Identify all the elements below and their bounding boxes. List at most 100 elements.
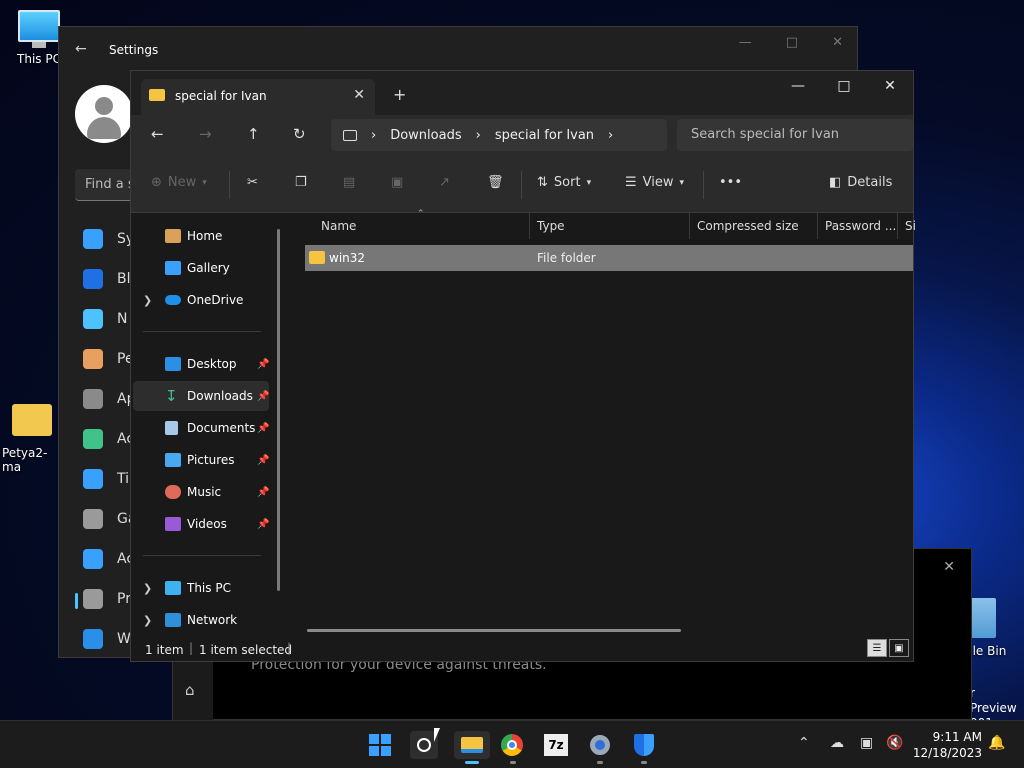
chevron-right-icon[interactable]: ❯ <box>143 582 152 595</box>
details-button[interactable]: ◧ Details <box>829 175 892 190</box>
nav-pane-scrollbar[interactable] <box>277 229 280 591</box>
file-list: ⌃ Name Type Compressed size Password ...… <box>289 209 916 637</box>
desktop-icon-recycle-bin[interactable]: cle Bin <box>966 598 1024 658</box>
nav-item-onedrive[interactable]: ❯ OneDrive <box>133 285 269 315</box>
forward-arrow-icon[interactable]: → <box>199 125 212 143</box>
view-button[interactable]: ☰ View ▾ <box>625 175 684 190</box>
back-arrow-icon[interactable]: ← <box>75 41 87 57</box>
maximize-icon[interactable]: □ <box>786 35 798 50</box>
breadcrumb[interactable]: › Downloads › special for Ivan › <box>331 119 667 151</box>
pin-icon[interactable]: 📌 <box>257 391 269 402</box>
clock[interactable]: 9:11 AM 12/18/2023 <box>913 729 982 761</box>
file-explorer-window[interactable]: special for Ivan ✕ + — □ ✕ ← → ↑ ↻ › Dow… <box>130 70 916 662</box>
chevron-right-icon[interactable]: ❯ <box>143 294 152 307</box>
mouse-cursor <box>434 728 440 742</box>
chrome-icon[interactable] <box>498 731 526 759</box>
settings-nav-item[interactable]: Ga <box>83 507 136 531</box>
home-icon[interactable]: ⌂ <box>185 681 195 699</box>
nav-item-gallery[interactable]: Gallery <box>133 253 269 283</box>
pin-icon[interactable]: 📌 <box>257 487 269 498</box>
new-tab-icon[interactable]: + <box>393 85 406 104</box>
notification-bell-icon[interactable]: 🔔 <box>988 735 1005 751</box>
horizontal-scrollbar[interactable] <box>307 629 681 632</box>
nav-item-network[interactable]: ❯ Network <box>133 605 269 635</box>
column-header-type[interactable]: Type <box>537 219 565 233</box>
nav-item-documents[interactable]: Documents 📌 <box>133 413 269 443</box>
maximize-icon[interactable]: □ <box>821 71 867 101</box>
close-icon[interactable]: ✕ <box>943 559 955 575</box>
close-icon[interactable]: ✕ <box>832 35 843 50</box>
column-header-compressed-size[interactable]: Compressed size <box>697 219 799 233</box>
volume-muted-icon[interactable]: 🔇 <box>886 735 903 751</box>
close-tab-icon[interactable]: ✕ <box>353 87 365 103</box>
nav-item-home[interactable]: Home <box>133 221 269 251</box>
details-view-icon[interactable]: ☰ <box>867 639 887 657</box>
settings-nav-item[interactable]: Ac <box>83 427 134 451</box>
settings-nav-item[interactable]: Pe <box>83 347 134 371</box>
paste-icon[interactable]: ▤ <box>343 175 355 190</box>
settings-nav-item[interactable]: Pr <box>83 587 131 611</box>
gallery-icon <box>165 261 181 275</box>
minimize-icon[interactable]: — <box>775 71 821 101</box>
settings-nav-item[interactable]: Ti <box>83 467 129 491</box>
rename-icon[interactable]: ▣ <box>391 175 403 190</box>
7zip-icon[interactable]: 7z <box>542 731 570 759</box>
chevron-right-icon[interactable]: › <box>608 128 613 143</box>
nav-item-this-pc[interactable]: ❯ This PC <box>133 573 269 603</box>
copy-icon[interactable]: ❐ <box>295 175 307 190</box>
settings-nav-item[interactable]: Bl <box>83 267 131 291</box>
pin-icon[interactable]: 📌 <box>257 359 269 370</box>
settings-nav-item[interactable]: Ap <box>83 387 135 411</box>
back-arrow-icon[interactable]: ← <box>151 125 164 143</box>
settings-nav-item[interactable]: W <box>83 627 131 651</box>
nav-item-music[interactable]: Music 📌 <box>133 477 269 507</box>
network-off-icon[interactable]: ☁ <box>830 735 844 751</box>
breadcrumb-current-folder[interactable]: special for Ivan <box>495 128 594 143</box>
settings-gear-icon[interactable] <box>586 731 614 759</box>
pin-icon[interactable]: 📌 <box>257 519 269 530</box>
new-button[interactable]: ⊕ New ▾ <box>151 175 207 190</box>
desktop-icon-label: Petya2-ma <box>2 446 48 474</box>
nav-item-downloads[interactable]: ↧ Downloads 📌 <box>133 381 269 411</box>
settings-category-icon <box>83 229 103 249</box>
chevron-right-icon[interactable]: › <box>371 128 376 143</box>
column-header-password[interactable]: Password ... <box>825 219 896 233</box>
display-icon[interactable]: ▣ <box>860 735 873 751</box>
column-header-name[interactable]: Name <box>321 219 356 233</box>
more-options-button[interactable]: ••• <box>719 175 742 190</box>
delete-icon[interactable]: 🗑 <box>487 175 504 190</box>
search-input[interactable]: Search special for Ivan <box>677 119 913 151</box>
chevron-right-icon[interactable]: › <box>476 128 481 143</box>
avatar[interactable] <box>75 85 133 143</box>
start-icon[interactable] <box>366 731 394 759</box>
table-row[interactable]: win32 File folder <box>305 245 913 271</box>
refresh-icon[interactable]: ↻ <box>293 125 306 143</box>
settings-nav-item[interactable]: Sy <box>83 227 134 251</box>
sort-button[interactable]: ⇅ Sort ▾ <box>537 175 591 190</box>
share-icon[interactable]: ↗ <box>439 175 450 190</box>
nav-item-pictures[interactable]: Pictures 📌 <box>133 445 269 475</box>
chevron-right-icon[interactable]: ❯ <box>143 614 152 627</box>
settings-nav-item[interactable]: N <box>83 307 127 331</box>
network-icon <box>165 613 181 627</box>
column-header-size[interactable]: Si <box>905 219 916 233</box>
pin-icon[interactable]: 📌 <box>257 423 269 434</box>
up-arrow-icon[interactable]: ↑ <box>247 125 260 143</box>
nav-item-videos[interactable]: Videos 📌 <box>133 509 269 539</box>
settings-nav-item[interactable]: Ac <box>83 547 134 571</box>
pin-icon[interactable]: 📌 <box>257 455 269 466</box>
desktop-icon-petya[interactable]: Petya2-ma <box>2 404 62 474</box>
cut-icon[interactable]: ✂ <box>247 175 258 190</box>
tab-special-for-ivan[interactable]: special for Ivan ✕ <box>141 79 375 115</box>
desktop-icon-this-pc[interactable]: This PC <box>14 10 64 66</box>
minimize-icon[interactable]: — <box>739 35 752 50</box>
defender-shield-icon[interactable] <box>630 731 658 759</box>
chevron-down-icon: ▾ <box>586 177 592 188</box>
file-explorer-icon[interactable] <box>454 731 490 759</box>
tiles-view-icon[interactable]: ▣ <box>889 639 909 657</box>
nav-item-desktop[interactable]: Desktop 📌 <box>133 349 269 379</box>
computer-icon[interactable] <box>343 129 357 141</box>
breadcrumb-downloads[interactable]: Downloads <box>390 128 461 143</box>
close-icon[interactable]: ✕ <box>867 71 913 101</box>
chevron-up-icon[interactable]: ⌃ <box>798 735 810 751</box>
